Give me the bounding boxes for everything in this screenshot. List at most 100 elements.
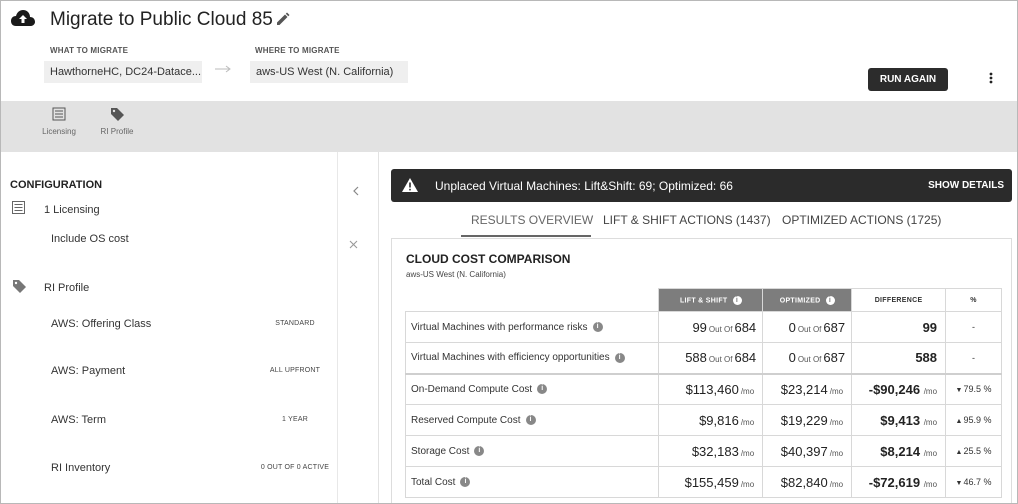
- header-lift-shift: LIFT & SHIFT i: [658, 288, 764, 312]
- toolbar-ri-profile-button[interactable]: RI Profile: [95, 107, 139, 136]
- ri-row-value: 1 YEAR: [282, 416, 308, 423]
- table-row: Virtual Machines with efficiency opportu…: [404, 342, 1002, 374]
- tab-optimized-actions[interactable]: OPTIMIZED ACTIONS (1725): [782, 213, 941, 227]
- row-label-cell: Virtual Machines with efficiency opportu…: [404, 342, 660, 374]
- out-of-label: Out Of: [708, 324, 733, 334]
- lift-value: 588: [685, 350, 707, 366]
- show-details-link[interactable]: SHOW DETAILS: [928, 180, 1004, 191]
- close-icon[interactable]: [349, 240, 358, 249]
- info-icon[interactable]: i: [614, 352, 625, 363]
- cloud-upload-icon: [11, 10, 35, 26]
- per-month-label: /mo: [740, 417, 755, 427]
- run-again-button[interactable]: RUN AGAIN: [868, 68, 948, 91]
- what-to-migrate-field[interactable]: HawthorneHC, DC24-Datace...: [44, 61, 202, 83]
- lift-shift-cell: $32,183/mo: [658, 435, 764, 467]
- per-month-label: /mo: [923, 386, 938, 396]
- info-icon[interactable]: i: [592, 321, 603, 332]
- opt-total: 687: [823, 350, 846, 366]
- chevron-left-icon[interactable]: [351, 186, 361, 196]
- comparison-subtitle: aws-US West (N. California): [406, 270, 506, 279]
- row-label: Virtual Machines with performance risks: [411, 321, 588, 333]
- configuration-title: CONFIGURATION: [10, 179, 103, 191]
- lift-value: $32,183: [691, 443, 739, 459]
- caret-down-icon: ▼: [955, 480, 963, 487]
- info-icon[interactable]: i: [732, 295, 742, 305]
- diff-value: $9,413: [880, 412, 921, 428]
- difference-cell: 588: [851, 342, 947, 374]
- diff-value: 99: [922, 319, 938, 335]
- toolbar-licensing-button[interactable]: Licensing: [39, 107, 79, 136]
- tab-lift-shift-actions[interactable]: LIFT & SHIFT ACTIONS (1437): [603, 213, 771, 227]
- percent-cell: ▼46.7 %: [945, 466, 1002, 498]
- info-icon[interactable]: i: [525, 414, 536, 425]
- where-to-migrate-field[interactable]: aws-US West (N. California): [250, 61, 408, 83]
- table-row: Reserved Compute Cost i $9,816/mo $19,229…: [404, 404, 1002, 436]
- opt-value: 0: [788, 319, 796, 335]
- ri-profile-section-label: RI Profile: [44, 282, 90, 294]
- info-icon[interactable]: i: [537, 384, 548, 395]
- difference-cell: 99: [851, 311, 947, 343]
- table-header-row: LIFT & SHIFT i OPTIMIZED i DIFFERENCE %: [405, 288, 1002, 312]
- info-icon[interactable]: i: [474, 445, 485, 456]
- row-label-cell: On-Demand Compute Cost i: [404, 372, 660, 405]
- diff-value: -$72,619: [868, 474, 921, 490]
- difference-cell: -$72,619 /mo: [851, 466, 947, 498]
- toolbar-licensing-label: Licensing: [42, 127, 76, 136]
- opt-total: 687: [823, 319, 846, 335]
- ri-row-payment: AWS: Payment ALL UPFRONT: [51, 365, 341, 377]
- lift-total: 684: [734, 350, 757, 366]
- row-label: Total Cost: [411, 476, 456, 488]
- header-lift-shift-label: LIFT & SHIFT: [679, 296, 728, 304]
- table-row: Virtual Machines with performance risks i…: [404, 311, 1002, 343]
- tab-results-overview[interactable]: RESULTS OVERVIEW: [471, 213, 593, 227]
- opt-value: 0: [788, 350, 796, 366]
- difference-cell: $8,214 /mo: [851, 435, 947, 467]
- table-row: Total Cost i $155,459/mo $82,840/mo -$72,…: [404, 466, 1002, 498]
- row-label: Reserved Compute Cost: [411, 414, 521, 426]
- percent-cell: -: [945, 311, 1002, 343]
- comparison-title: CLOUD COST COMPARISON: [406, 252, 571, 266]
- opt-value: $23,214: [780, 381, 828, 397]
- unplaced-vms-alert: Unplaced Virtual Machines: Lift&Shift: 6…: [391, 169, 1012, 202]
- difference-cell: $9,413 /mo: [851, 404, 947, 436]
- info-icon[interactable]: i: [825, 295, 835, 305]
- lift-value: $155,459: [684, 474, 739, 490]
- results-tabs: RESULTS OVERVIEW LIFT & SHIFT ACTIONS (1…: [391, 205, 1012, 237]
- row-label: On-Demand Compute Cost: [411, 383, 533, 395]
- lift-shift-cell: $155,459/mo: [658, 466, 764, 498]
- cloud-cost-comparison-card: CLOUD COST COMPARISON aws-US West (N. Ca…: [391, 238, 1012, 503]
- pct-value: 25.5 %: [963, 446, 992, 456]
- licensing-section-label: 1 Licensing: [44, 204, 100, 216]
- tag-icon: [110, 108, 124, 121]
- ri-row-value: STANDARD: [275, 320, 315, 327]
- app-frame: Migrate to Public Cloud 85 WHAT TO MIGRA…: [0, 0, 1018, 504]
- pct-value: 46.7 %: [963, 477, 992, 487]
- info-icon[interactable]: i: [460, 476, 471, 487]
- percent-cell: ▼79.5 %: [945, 372, 1002, 405]
- per-month-label: /mo: [740, 448, 755, 458]
- percent-cell: ▲95.9 %: [945, 404, 1002, 436]
- edit-pencil-icon[interactable]: [275, 12, 290, 27]
- warning-icon: [402, 178, 418, 192]
- where-to-migrate-label: WHERE TO MIGRATE: [255, 46, 340, 55]
- toolbar-ri-profile-label: RI Profile: [100, 127, 134, 136]
- list-icon: [12, 201, 25, 214]
- caret-up-icon: ▲: [955, 449, 963, 456]
- ri-row-offering-class: AWS: Offering Class STANDARD: [51, 318, 341, 330]
- per-month-label: /mo: [740, 386, 755, 396]
- row-label: Storage Cost: [411, 445, 470, 457]
- ri-row-label: AWS: Payment: [51, 365, 126, 377]
- header-percent: %: [945, 288, 1002, 312]
- difference-cell: -$90,246 /mo: [851, 372, 947, 405]
- plan-header: Migrate to Public Cloud 85 WHAT TO MIGRA…: [1, 1, 1017, 101]
- optimized-cell: 0 Out Of 687: [762, 311, 853, 343]
- lift-shift-cell: $113,460/mo: [658, 372, 764, 405]
- active-tab-indicator: [461, 235, 591, 237]
- tag-icon: [13, 280, 26, 293]
- ri-row-inventory: RI Inventory 0 OUT OF 0 ACTIVE: [51, 462, 341, 474]
- more-vertical-icon[interactable]: [987, 71, 995, 85]
- lift-shift-cell: 99 Out Of 684: [658, 311, 764, 343]
- optimized-cell: $82,840/mo: [762, 466, 853, 498]
- optimized-cell: $40,397/mo: [762, 435, 853, 467]
- header-blank-cell: [405, 288, 660, 312]
